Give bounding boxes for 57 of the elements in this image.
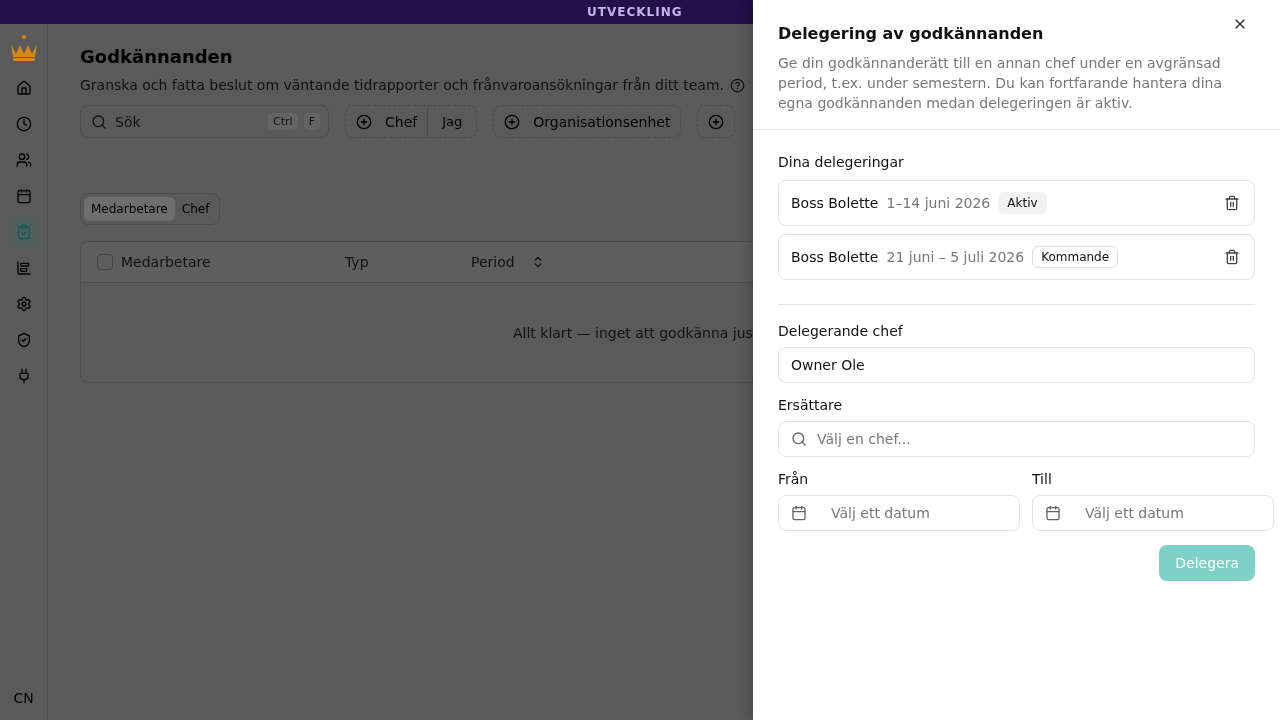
view-tab[interactable]: Medarbetare: [84, 197, 175, 221]
calendar-icon: [1045, 505, 1061, 521]
delegate-name: Boss Bolette: [791, 195, 879, 211]
calendar-icon: [791, 505, 807, 521]
bar-chart-icon: [15, 260, 32, 276]
filter-button[interactable]: [697, 105, 736, 138]
status-badge: Aktiv: [998, 192, 1047, 214]
status-badge: Kommande: [1032, 246, 1119, 268]
trash-icon: [1224, 195, 1240, 211]
column-header: Medarbetare: [121, 254, 211, 270]
date-field[interactable]: Välj ett datum: [778, 495, 1020, 531]
shortcut-key: Ctrl: [268, 113, 298, 130]
plus-circle-icon: [356, 113, 372, 130]
drawer-description: Ge din godkännanderätt till en annan chef under en avgränsad period, t.ex. under semestern. Du kan fortfarande hantera dina egna godkännanden medan delegeringen är aktiv.: [778, 54, 1223, 113]
help-icon[interactable]: [730, 77, 745, 93]
users-icon: [15, 152, 32, 168]
filter-button[interactable]: Chef: [346, 106, 428, 137]
column-header[interactable]: Period: [471, 254, 515, 270]
page-subtitle: Granska och fatta beslut om väntande tidrapporter och frånvaroansökningar från ditt team.: [80, 77, 724, 93]
date-field[interactable]: Välj ett datum: [1032, 495, 1274, 531]
view-tab[interactable]: Chef: [174, 197, 217, 221]
search-field[interactable]: Sök Ctrl F: [80, 105, 329, 138]
date-input[interactable]: Välj ett datum: [1083, 504, 1261, 522]
plus-circle-icon: [708, 113, 725, 130]
trash-icon: [1224, 249, 1240, 265]
clipboard-check-icon: [15, 224, 32, 240]
substitute-input[interactable]: Välj en chef...: [815, 430, 1242, 448]
field-label: Från: [778, 471, 810, 487]
shortcut-key: F: [303, 113, 320, 130]
clock-icon: [15, 116, 32, 132]
plus-circle-icon: [504, 113, 521, 130]
page-title: Godkännanden: [80, 46, 234, 67]
date-input[interactable]: Välj ett datum: [829, 504, 1007, 522]
drawer-title: Delegering av godkännanden: [778, 24, 1045, 43]
column-header: Typ: [345, 254, 369, 270]
calendar-icon: [15, 188, 32, 204]
filter-value: Jag: [427, 106, 477, 137]
delegation-period: 1–14 juni 2026: [886, 195, 991, 211]
home-icon: [15, 80, 32, 96]
search-icon: [91, 113, 107, 130]
environment-label: UTVECKLING: [587, 5, 683, 19]
field-label: Delegerande chef: [778, 323, 904, 339]
field-label: Ersättare: [778, 397, 844, 413]
search-input[interactable]: Sök: [113, 112, 263, 131]
delegate-name: Boss Bolette: [791, 249, 879, 265]
substitute-search-field[interactable]: Välj en chef...: [778, 421, 1255, 457]
empty-message: Allt klart — inget att godkänna jus: [513, 324, 753, 341]
settings-icon: [15, 296, 32, 312]
select-all-checkbox[interactable]: [97, 254, 113, 270]
manager-field[interactable]: Owner Ole: [778, 347, 1255, 383]
delegation-period: 21 juni – 5 juli 2026: [886, 249, 1025, 265]
field-label: Till: [1032, 471, 1053, 487]
search-icon: [791, 431, 807, 447]
user-initials[interactable]: CN: [13, 690, 34, 706]
section-label: Dina delegeringar: [778, 154, 905, 170]
filter-button[interactable]: Organisationsenhet: [494, 106, 681, 137]
shield-check-icon: [15, 332, 32, 348]
